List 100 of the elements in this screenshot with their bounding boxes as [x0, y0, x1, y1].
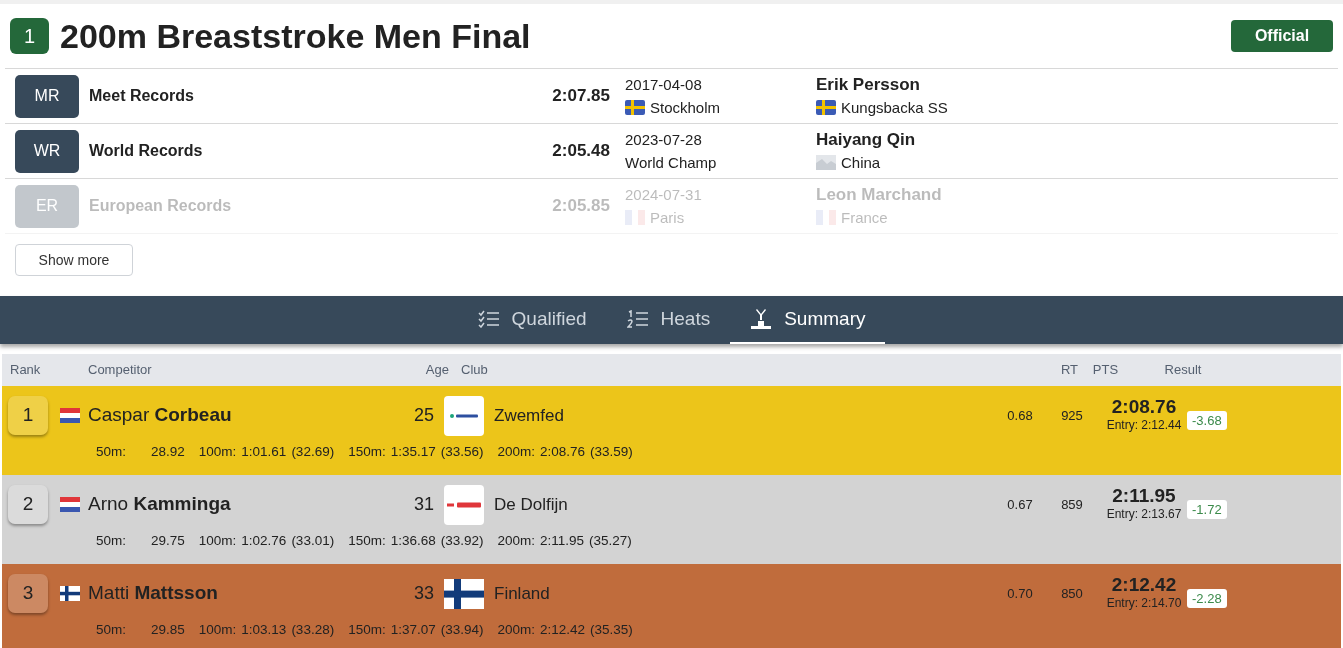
- competitor-name: Caspar Corbeau: [88, 403, 233, 428]
- record-name: European Records: [89, 196, 233, 216]
- entry-time: Entry: 2:13.67: [1106, 505, 1182, 523]
- lap-time: (35.35): [590, 621, 633, 639]
- split-time: 28.92: [151, 443, 185, 461]
- column-header: Age: [424, 361, 449, 380]
- split-time: 1:03.13: [241, 621, 287, 639]
- tab[interactable]: Summary: [730, 296, 886, 344]
- flag-icon: [444, 578, 484, 609]
- split-time: 1:37.07: [390, 621, 436, 639]
- entry-time: Entry: 2:14.70: [1106, 594, 1182, 612]
- lap-time: (33.56): [440, 443, 484, 461]
- lap-time: (32.69): [291, 443, 335, 461]
- record-time: 2:05.48: [551, 140, 610, 163]
- split-label: 150m:: [348, 443, 386, 461]
- status-badge: Official: [1231, 20, 1333, 52]
- record-date: 2024-07-31: [625, 185, 703, 205]
- split-time: 1:02.76: [241, 532, 287, 550]
- split-label: 50m:: [96, 621, 127, 639]
- lap-time: (33.94): [440, 621, 484, 639]
- flag-icon: [60, 497, 80, 512]
- split-label: 150m:: [348, 532, 386, 550]
- split-label: 100m:: [198, 532, 237, 550]
- record-place: World Champ: [625, 153, 717, 173]
- event-title: 200m Breaststroke Men Final: [60, 15, 531, 57]
- rank-badge: 1: [8, 396, 48, 435]
- time-difference: -2.28: [1187, 588, 1227, 609]
- split-label: 200m:: [497, 532, 536, 550]
- record-place: Stockholm: [650, 98, 721, 118]
- split-time: 29.75: [151, 532, 185, 550]
- split-time: 29.85: [151, 621, 185, 639]
- rank-badge: 3: [8, 574, 48, 613]
- record-place: Paris: [650, 208, 685, 228]
- lap-time: (33.28): [291, 621, 335, 639]
- points: 850: [1060, 584, 1084, 603]
- record-club: Kungsbacka SS: [841, 98, 948, 118]
- reaction-time: 0.70: [1006, 584, 1034, 603]
- result-time: 2:12.42: [1111, 574, 1177, 594]
- age: 31: [412, 493, 434, 516]
- split-time: 2:11.95: [540, 532, 585, 550]
- record-club: France: [841, 208, 888, 228]
- club-name: Finland: [494, 582, 551, 605]
- event-number-badge: 1: [10, 18, 49, 54]
- show-more-button[interactable]: Show more: [15, 244, 133, 276]
- column-header: Competitor: [88, 361, 153, 380]
- split-time: 1:36.68: [390, 532, 436, 550]
- record-name: Meet Records: [89, 86, 195, 106]
- podium-icon: [750, 308, 773, 330]
- checklist-icon: [477, 310, 500, 328]
- split-time: 2:12.42: [540, 621, 586, 639]
- flag-icon: [60, 408, 80, 423]
- split-label: 200m:: [497, 621, 536, 639]
- club-name: Zwemfed: [494, 404, 565, 427]
- result-time: 2:11.95: [1112, 485, 1176, 505]
- record-time: 2:05.85: [551, 195, 610, 218]
- split-label: 50m:: [96, 532, 127, 550]
- time-difference: -3.68: [1187, 410, 1227, 431]
- flag-icon: [816, 100, 836, 115]
- record-time: 2:07.85: [551, 85, 610, 108]
- time-difference: -1.72: [1187, 499, 1227, 520]
- split-label: 150m:: [348, 621, 386, 639]
- record-code-badge: ER: [15, 184, 79, 228]
- club-name: De Dolfijn: [494, 493, 569, 516]
- column-header: Result: [1163, 361, 1203, 380]
- record-name: World Records: [89, 141, 204, 161]
- column-header: PTS: [1091, 361, 1120, 380]
- split-label: 50m:: [96, 443, 127, 461]
- split-time: 1:35.17: [390, 443, 436, 461]
- record-club: China: [841, 153, 881, 173]
- rank-badge: 2: [8, 485, 48, 524]
- points: 925: [1060, 406, 1084, 425]
- record-holder: Leon Marchand: [816, 184, 942, 206]
- club-logo-icon: [444, 395, 484, 436]
- competitor-name: Matti Mattsson: [88, 581, 219, 606]
- record-code-badge: WR: [15, 129, 79, 173]
- entry-time: Entry: 2:12.44: [1106, 416, 1182, 434]
- points: 859: [1060, 495, 1084, 514]
- record-date: 2023-07-28: [625, 130, 703, 150]
- flag-icon: [625, 100, 645, 115]
- result-time: 2:08.76: [1111, 396, 1177, 416]
- tab[interactable]: Heats: [606, 296, 731, 344]
- split-label: 100m:: [198, 621, 237, 639]
- lap-time: (33.01): [291, 532, 335, 550]
- record-holder: Haiyang Qin: [816, 129, 916, 151]
- reaction-time: 0.67: [1006, 495, 1034, 514]
- split-time: 2:08.76: [540, 443, 586, 461]
- numbered-list-icon: [626, 310, 649, 328]
- age: 33: [412, 582, 434, 605]
- age: 25: [412, 404, 434, 427]
- split-time: 1:01.61: [241, 443, 287, 461]
- flag-icon: [816, 155, 836, 170]
- competitor-name: Arno Kamminga: [88, 492, 232, 517]
- record-holder: Erik Persson: [816, 74, 921, 96]
- tab[interactable]: Qualified: [457, 296, 607, 344]
- lap-time: (33.59): [590, 443, 633, 461]
- flag-icon: [60, 586, 80, 601]
- record-code-badge: MR: [15, 74, 79, 118]
- split-label: 200m:: [497, 443, 536, 461]
- club-logo-icon: [444, 484, 484, 525]
- lap-time: (35.27): [589, 532, 632, 550]
